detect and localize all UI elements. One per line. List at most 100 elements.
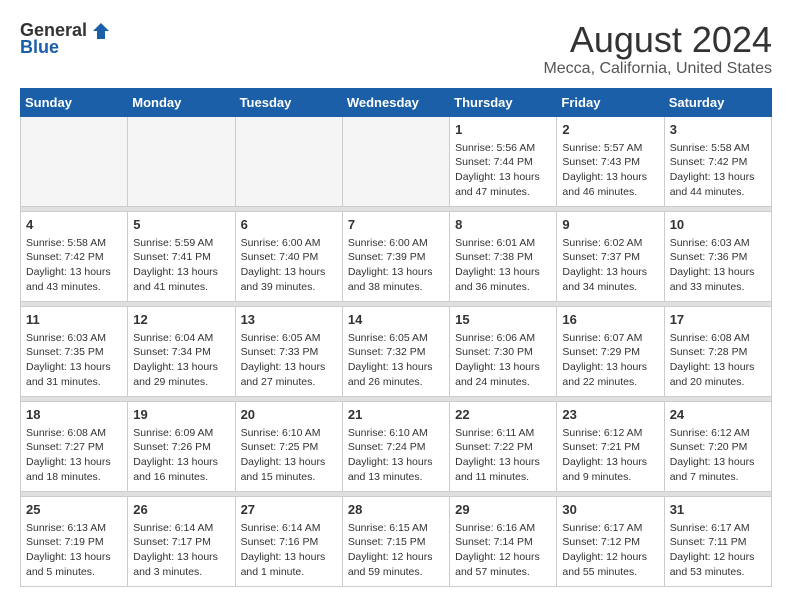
calendar-day-cell: 29Sunrise: 6:16 AM Sunset: 7:14 PM Dayli… xyxy=(450,496,557,586)
day-info: Sunrise: 6:08 AM Sunset: 7:27 PM Dayligh… xyxy=(26,426,122,485)
day-info: Sunrise: 6:17 AM Sunset: 7:11 PM Dayligh… xyxy=(670,521,766,580)
calendar-day-cell: 11 Sunrise: 6:03 AM Sunset: 7:35 PM Dayli… xyxy=(21,306,128,396)
day-info: Sunrise: 6:00 AM Sunset: 7:39 PM Dayligh… xyxy=(348,236,444,295)
day-info: Sunrise: 6:03 AM Sunset: 7:36 PM Dayligh… xyxy=(670,236,766,295)
day-info: Sunrise: 6:05 AM Sunset: 7:32 PM Dayligh… xyxy=(348,331,444,390)
calendar-day-cell: 1Sunrise: 5:56 AM Sunset: 7:44 PM Daylig… xyxy=(450,116,557,206)
day-info: Sunrise: 6:15 AM Sunset: 7:15 PM Dayligh… xyxy=(348,521,444,580)
day-info: Sunrise: 6:04 AM Sunset: 7:34 PM Dayligh… xyxy=(133,331,229,390)
day-number: 6 xyxy=(241,216,337,234)
day-number: 26 xyxy=(133,501,229,519)
calendar-day-cell xyxy=(128,116,235,206)
calendar-day-cell: 10 Sunrise: 6:03 AM Sunset: 7:36 PM Dayli… xyxy=(664,211,771,301)
calendar-day-cell: 20 Sunrise: 6:10 AM Sunset: 7:25 PM Dayli… xyxy=(235,401,342,491)
calendar-title: August 2024 xyxy=(543,20,772,60)
day-info: Sunrise: 6:03 AM Sunset: 7:35 PM Dayligh… xyxy=(26,331,122,390)
day-number: 25 xyxy=(26,501,122,519)
weekday-header-saturday: Saturday xyxy=(664,88,771,116)
page-header: General Blue August 2024 Mecca, Californ… xyxy=(20,20,772,78)
day-number: 29 xyxy=(455,501,551,519)
day-number: 9 xyxy=(562,216,658,234)
day-number: 17 xyxy=(670,311,766,329)
day-number: 18 xyxy=(26,406,122,424)
calendar-day-cell: 4Sunrise: 5:58 AM Sunset: 7:42 PM Daylig… xyxy=(21,211,128,301)
day-number: 21 xyxy=(348,406,444,424)
calendar-day-cell: 12 Sunrise: 6:04 AM Sunset: 7:34 PM Dayli… xyxy=(128,306,235,396)
day-info: Sunrise: 6:12 AM Sunset: 7:20 PM Dayligh… xyxy=(670,426,766,485)
day-info: Sunrise: 6:13 AM Sunset: 7:19 PM Dayligh… xyxy=(26,521,122,580)
weekday-header-row: SundayMondayTuesdayWednesdayThursdayFrid… xyxy=(21,88,772,116)
logo: General Blue xyxy=(20,20,111,58)
day-number: 24 xyxy=(670,406,766,424)
day-info: Sunrise: 6:14 AM Sunset: 7:16 PM Dayligh… xyxy=(241,521,337,580)
calendar-week-row: 4Sunrise: 5:58 AM Sunset: 7:42 PM Daylig… xyxy=(21,211,772,301)
day-number: 15 xyxy=(455,311,551,329)
day-info: Sunrise: 6:10 AM Sunset: 7:24 PM Dayligh… xyxy=(348,426,444,485)
calendar-table: SundayMondayTuesdayWednesdayThursdayFrid… xyxy=(20,88,772,587)
day-info: Sunrise: 5:56 AM Sunset: 7:44 PM Dayligh… xyxy=(455,141,551,200)
calendar-day-cell: 17 Sunrise: 6:08 AM Sunset: 7:28 PM Dayli… xyxy=(664,306,771,396)
day-info: Sunrise: 5:59 AM Sunset: 7:41 PM Dayligh… xyxy=(133,236,229,295)
calendar-day-cell xyxy=(235,116,342,206)
day-number: 14 xyxy=(348,311,444,329)
calendar-day-cell xyxy=(342,116,449,206)
day-info: Sunrise: 6:01 AM Sunset: 7:38 PM Dayligh… xyxy=(455,236,551,295)
day-number: 28 xyxy=(348,501,444,519)
calendar-day-cell: 31 Sunrise: 6:17 AM Sunset: 7:11 PM Dayli… xyxy=(664,496,771,586)
calendar-day-cell: 23Sunrise: 6:12 AM Sunset: 7:21 PM Dayli… xyxy=(557,401,664,491)
calendar-day-cell: 15 Sunrise: 6:06 AM Sunset: 7:30 PM Dayli… xyxy=(450,306,557,396)
day-number: 31 xyxy=(670,501,766,519)
day-info: Sunrise: 6:07 AM Sunset: 7:29 PM Dayligh… xyxy=(562,331,658,390)
calendar-week-row: 18 Sunrise: 6:08 AM Sunset: 7:27 PM Dayli… xyxy=(21,401,772,491)
calendar-week-row: 25 Sunrise: 6:13 AM Sunset: 7:19 PM Dayli… xyxy=(21,496,772,586)
calendar-day-cell: 30 Sunrise: 6:17 AM Sunset: 7:12 PM Dayli… xyxy=(557,496,664,586)
day-number: 30 xyxy=(562,501,658,519)
day-info: Sunrise: 6:10 AM Sunset: 7:25 PM Dayligh… xyxy=(241,426,337,485)
logo-icon xyxy=(91,21,111,41)
weekday-header-thursday: Thursday xyxy=(450,88,557,116)
calendar-day-cell: 2 Sunrise: 5:57 AM Sunset: 7:43 PM Daylig… xyxy=(557,116,664,206)
day-number: 16 xyxy=(562,311,658,329)
weekday-header-wednesday: Wednesday xyxy=(342,88,449,116)
day-info: Sunrise: 6:06 AM Sunset: 7:30 PM Dayligh… xyxy=(455,331,551,390)
day-info: Sunrise: 6:08 AM Sunset: 7:28 PM Dayligh… xyxy=(670,331,766,390)
calendar-day-cell: 22 Sunrise: 6:11 AM Sunset: 7:22 PM Dayli… xyxy=(450,401,557,491)
day-info: Sunrise: 6:17 AM Sunset: 7:12 PM Dayligh… xyxy=(562,521,658,580)
calendar-day-cell: 16 Sunrise: 6:07 AM Sunset: 7:29 PM Dayli… xyxy=(557,306,664,396)
day-info: Sunrise: 6:11 AM Sunset: 7:22 PM Dayligh… xyxy=(455,426,551,485)
day-info: Sunrise: 6:14 AM Sunset: 7:17 PM Dayligh… xyxy=(133,521,229,580)
day-info: Sunrise: 6:05 AM Sunset: 7:33 PM Dayligh… xyxy=(241,331,337,390)
calendar-day-cell: 8Sunrise: 6:01 AM Sunset: 7:38 PM Daylig… xyxy=(450,211,557,301)
title-block: August 2024 Mecca, California, United St… xyxy=(543,20,772,78)
day-info: Sunrise: 6:12 AM Sunset: 7:21 PM Dayligh… xyxy=(562,426,658,485)
day-number: 2 xyxy=(562,121,658,139)
calendar-day-cell: 13Sunrise: 6:05 AM Sunset: 7:33 PM Dayli… xyxy=(235,306,342,396)
day-number: 5 xyxy=(133,216,229,234)
day-info: Sunrise: 6:09 AM Sunset: 7:26 PM Dayligh… xyxy=(133,426,229,485)
day-number: 3 xyxy=(670,121,766,139)
calendar-day-cell: 7Sunrise: 6:00 AM Sunset: 7:39 PM Daylig… xyxy=(342,211,449,301)
day-info: Sunrise: 5:57 AM Sunset: 7:43 PM Dayligh… xyxy=(562,141,658,200)
calendar-day-cell xyxy=(21,116,128,206)
calendar-subtitle: Mecca, California, United States xyxy=(543,60,772,78)
calendar-day-cell: 26 Sunrise: 6:14 AM Sunset: 7:17 PM Dayli… xyxy=(128,496,235,586)
calendar-day-cell: 3 Sunrise: 5:58 AM Sunset: 7:42 PM Daylig… xyxy=(664,116,771,206)
weekday-header-monday: Monday xyxy=(128,88,235,116)
calendar-day-cell: 21 Sunrise: 6:10 AM Sunset: 7:24 PM Dayli… xyxy=(342,401,449,491)
calendar-day-cell: 6 Sunrise: 6:00 AM Sunset: 7:40 PM Daylig… xyxy=(235,211,342,301)
day-number: 11 xyxy=(26,311,122,329)
weekday-header-sunday: Sunday xyxy=(21,88,128,116)
day-number: 12 xyxy=(133,311,229,329)
calendar-week-row: 1Sunrise: 5:56 AM Sunset: 7:44 PM Daylig… xyxy=(21,116,772,206)
calendar-day-cell: 18 Sunrise: 6:08 AM Sunset: 7:27 PM Dayli… xyxy=(21,401,128,491)
day-info: Sunrise: 6:00 AM Sunset: 7:40 PM Dayligh… xyxy=(241,236,337,295)
day-number: 10 xyxy=(670,216,766,234)
day-number: 22 xyxy=(455,406,551,424)
calendar-day-cell: 19 Sunrise: 6:09 AM Sunset: 7:26 PM Dayli… xyxy=(128,401,235,491)
calendar-day-cell: 5 Sunrise: 5:59 AM Sunset: 7:41 PM Daylig… xyxy=(128,211,235,301)
day-number: 19 xyxy=(133,406,229,424)
day-number: 20 xyxy=(241,406,337,424)
calendar-day-cell: 9Sunrise: 6:02 AM Sunset: 7:37 PM Daylig… xyxy=(557,211,664,301)
logo-blue-text: Blue xyxy=(20,37,59,58)
day-info: Sunrise: 5:58 AM Sunset: 7:42 PM Dayligh… xyxy=(670,141,766,200)
